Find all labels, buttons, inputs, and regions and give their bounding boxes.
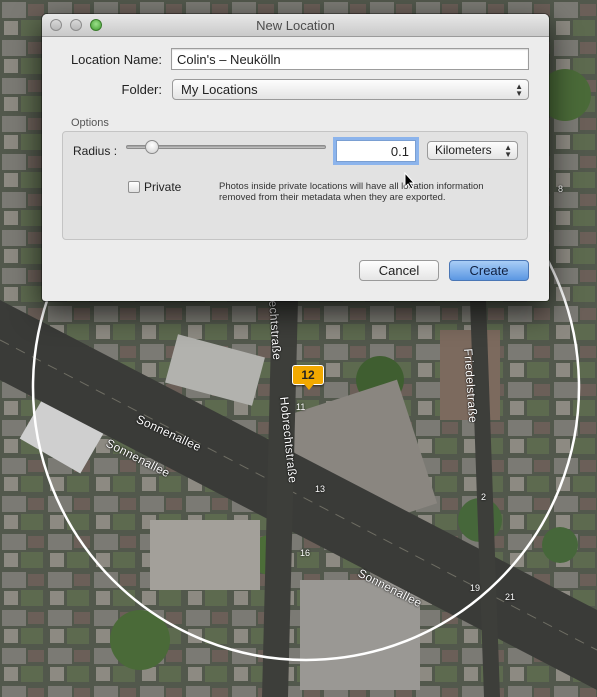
private-help-text: Photos inside private locations will hav… — [219, 181, 484, 203]
cancel-button[interactable]: Cancel — [359, 260, 439, 281]
location-name-field[interactable]: Colin's – Neukölln — [171, 48, 529, 70]
unit-popup-value: Kilometers — [435, 143, 492, 157]
unit-popup[interactable]: Kilometers ▲ ▼ — [427, 141, 518, 160]
photo-count-pin[interactable]: 12 — [292, 365, 324, 390]
house-number: 21 — [505, 592, 516, 602]
house-number: 16 — [300, 548, 311, 558]
house-number: 8 — [558, 184, 564, 194]
dialog-title: New Location — [256, 18, 335, 33]
create-button[interactable]: Create — [449, 260, 529, 281]
folder-popup[interactable]: My Locations ▲ ▼ — [172, 79, 529, 100]
popup-arrows-icon: ▲ ▼ — [504, 143, 512, 159]
radius-value-field[interactable]: 0.1 — [336, 140, 416, 162]
house-number: 2 — [481, 492, 487, 502]
options-group-label: Options — [71, 117, 109, 129]
private-label: Private — [144, 180, 182, 194]
house-number: 19 — [470, 583, 481, 593]
dialog-titlebar: New Location — [42, 14, 549, 37]
radius-label: Radius : — [73, 144, 118, 158]
radius-slider-knob[interactable] — [145, 140, 159, 154]
new-location-dialog: New Location Location Name: Colin's – Ne… — [42, 14, 549, 301]
folder-label: Folder: — [121, 82, 162, 97]
house-number: 13 — [315, 484, 326, 494]
private-checkbox[interactable] — [128, 181, 140, 193]
house-number: 11 — [296, 402, 306, 412]
popup-arrows-icon: ▲ ▼ — [515, 82, 523, 98]
mouse-pointer-icon — [404, 172, 416, 190]
folder-popup-value: My Locations — [181, 82, 258, 97]
location-name-label: Location Name: — [70, 52, 162, 67]
